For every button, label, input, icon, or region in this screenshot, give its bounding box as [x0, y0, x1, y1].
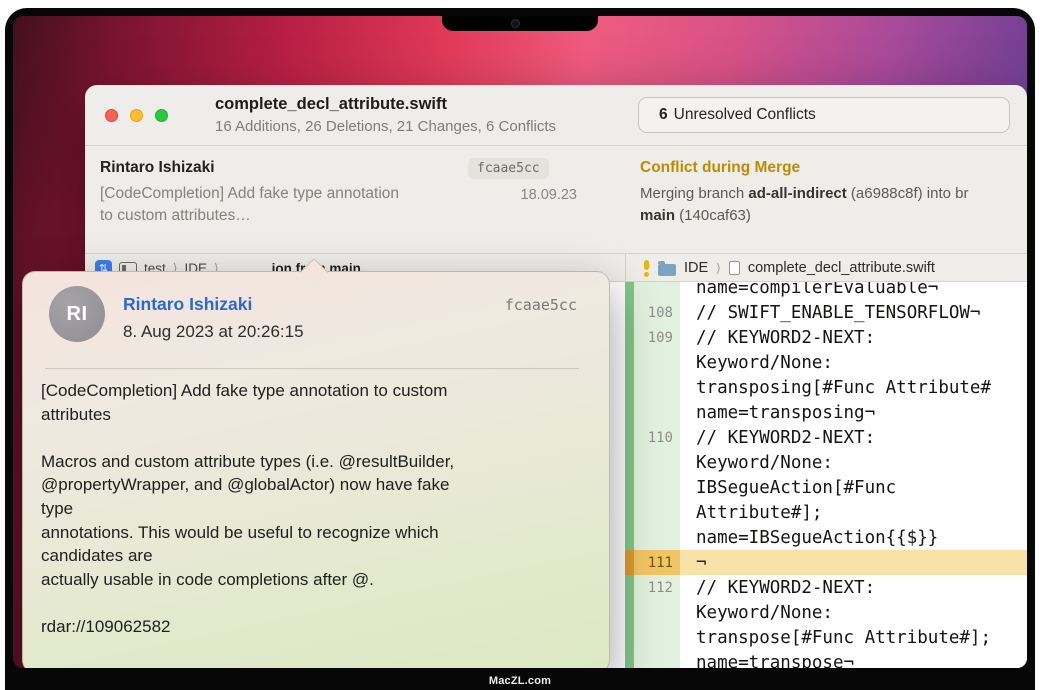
minimize-button[interactable]: [130, 109, 143, 122]
merge-description-line2: main (140caf63): [640, 207, 751, 224]
watermark: MacZL.com: [0, 675, 1040, 687]
unresolved-label: Unresolved Conflicts: [674, 106, 816, 124]
window-subtitle: 16 Additions, 26 Deletions, 21 Changes, …: [215, 118, 556, 135]
unresolved-conflicts-control[interactable]: 6 Unresolved Conflicts: [638, 97, 1010, 133]
merge-source-branch: ad-all-indirect: [748, 185, 846, 202]
message-line: Macros and custom attribute types (i.e. …: [41, 452, 601, 476]
message-line: annotations. This would be useful to rec…: [41, 523, 601, 547]
code-line[interactable]: Attribute#];: [625, 500, 1027, 525]
avatar: RI: [49, 286, 105, 342]
message-line: [CodeCompletion] Add fake type annotatio…: [41, 381, 601, 405]
commit-message-line2: to custom attributes…: [100, 207, 251, 225]
commit-author: Rintaro Ishizaki: [100, 159, 215, 177]
code-text[interactable]: name=transpose¬: [680, 653, 854, 669]
commit-message-line1: [CodeCompletion] Add fake type annotatio…: [100, 185, 399, 203]
code-text[interactable]: transpose[#Func Attribute#];: [680, 628, 991, 648]
breadcrumb-right: IDE ⟩ complete_decl_attribute.swift: [626, 254, 1027, 282]
code-rows: name=compilerEvaluable¬ 108 // SWIFT_ENA…: [625, 282, 1027, 668]
line-number: 109: [625, 330, 680, 346]
message-line: attributes: [41, 405, 601, 429]
code-line[interactable]: 109 // KEYWORD2-NEXT:: [625, 325, 1027, 350]
code-line[interactable]: name=IBSegueAction{{$}}: [625, 525, 1027, 550]
code-text[interactable]: // KEYWORD2-NEXT:: [680, 428, 875, 448]
commit-popover: RI Rintaro Ishizaki fcaae5cc 8. Aug 2023…: [22, 271, 610, 668]
chevron-separator-icon: ⟩: [716, 261, 721, 275]
window-title: complete_decl_attribute.swift: [215, 95, 556, 114]
code-line[interactable]: 112 // KEYWORD2-NEXT:: [625, 575, 1027, 600]
zoom-button[interactable]: [155, 109, 168, 122]
code-text[interactable]: transposing[#Func Attribute#: [680, 378, 991, 398]
title-block: complete_decl_attribute.swift 16 Additio…: [215, 95, 556, 135]
code-text[interactable]: Keyword/None:: [680, 353, 833, 373]
code-text[interactable]: name=compilerEvaluable¬: [680, 282, 938, 298]
code-line[interactable]: 108 // SWIFT_ENABLE_TENSORFLOW¬: [625, 300, 1027, 325]
code-line[interactable]: name=transposing¬: [625, 400, 1027, 425]
code-text[interactable]: Keyword/None:: [680, 453, 833, 473]
merge-target-branch: main: [640, 207, 675, 224]
popover-author-link[interactable]: Rintaro Ishizaki: [123, 294, 252, 315]
merge-suffix: (a6988c8f) into br: [847, 185, 969, 202]
code-line[interactable]: name=compilerEvaluable¬: [625, 282, 1027, 300]
message-line: [41, 593, 601, 617]
code-text[interactable]: name=transposing¬: [680, 403, 875, 423]
code-text[interactable]: IBSegueAction[#Func: [680, 478, 896, 498]
code-line[interactable]: Keyword/None:: [625, 450, 1027, 475]
message-line: rdar://109062582: [41, 617, 601, 641]
code-text[interactable]: ¬: [680, 553, 707, 573]
popover-commit-date: 8. Aug 2023 at 20:26:15: [123, 322, 304, 342]
conflict-indicator-icon: [642, 260, 650, 277]
line-number: 110: [625, 430, 680, 446]
code-text[interactable]: Keyword/None:: [680, 603, 833, 623]
code-text[interactable]: // KEYWORD2-NEXT:: [680, 578, 875, 598]
code-line[interactable]: Keyword/None:: [625, 600, 1027, 625]
camera-dot: [511, 19, 520, 28]
line-number: 108: [625, 305, 680, 321]
popover-divider: [45, 368, 579, 369]
message-line: [41, 428, 601, 452]
message-line: @propertyWrapper, and @globalActor) now …: [41, 475, 601, 499]
merge-description-line1: Merging branch ad-all-indirect (a6988c8f…: [640, 185, 1024, 202]
unresolved-count: 6: [659, 106, 668, 124]
code-text[interactable]: // SWIFT_ENABLE_TENSORFLOW¬: [680, 303, 980, 323]
titlebar-divider: [85, 145, 1027, 146]
breadcrumb-folder-ide[interactable]: IDE: [684, 260, 708, 276]
breadcrumb-file[interactable]: complete_decl_attribute.swift: [748, 260, 935, 276]
code-text[interactable]: // KEYWORD2-NEXT:: [680, 328, 875, 348]
merge-status-heading: Conflict during Merge: [640, 159, 800, 177]
message-line: actually usable in code completions afte…: [41, 570, 601, 594]
merge-prefix: Merging branch: [640, 185, 748, 202]
code-text[interactable]: Attribute#];: [680, 503, 822, 523]
commit-message-body: [CodeCompletion] Add fake type annotatio…: [41, 381, 601, 641]
line-number: 112: [625, 580, 680, 596]
message-line: candidates are: [41, 546, 601, 570]
code-line[interactable]: transpose[#Func Attribute#];: [625, 625, 1027, 650]
screen-wallpaper: complete_decl_attribute.swift 16 Additio…: [13, 16, 1027, 668]
merge-target-suffix: (140caf63): [675, 207, 751, 224]
code-line[interactable]: IBSegueAction[#Func: [625, 475, 1027, 500]
window-controls: [105, 109, 168, 122]
code-text[interactable]: name=IBSegueAction{{$}}: [680, 528, 938, 548]
code-line[interactable]: name=transpose¬: [625, 650, 1027, 668]
conflict-code-line[interactable]: 111 ¬: [625, 550, 1027, 575]
notch: [442, 16, 598, 31]
folder-icon: [658, 264, 676, 276]
code-line[interactable]: transposing[#Func Attribute#: [625, 375, 1027, 400]
line-number: 111: [625, 550, 680, 575]
close-button[interactable]: [105, 109, 118, 122]
document-icon: [729, 261, 740, 275]
code-line[interactable]: 110 // KEYWORD2-NEXT:: [625, 425, 1027, 450]
commit-hash-badge[interactable]: fcaae5cc: [468, 158, 549, 179]
commit-date: 18.09.23: [465, 187, 577, 203]
code-line[interactable]: Keyword/None:: [625, 350, 1027, 375]
popover-commit-hash: fcaae5cc: [505, 296, 577, 314]
right-code-pane[interactable]: name=compilerEvaluable¬ 108 // SWIFT_ENA…: [625, 282, 1027, 668]
message-line: type: [41, 499, 601, 523]
